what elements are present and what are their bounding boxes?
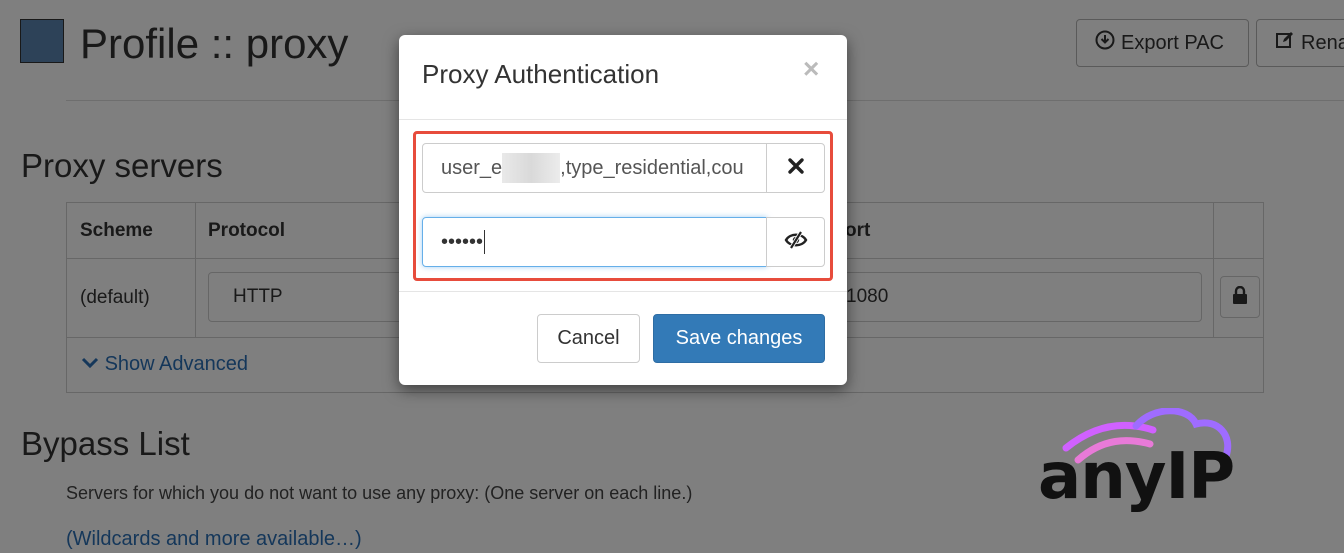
username-suffix: ,type_residential,cou (560, 156, 744, 179)
close-icon (787, 157, 805, 180)
logo-text: anyIP (1038, 440, 1235, 514)
cancel-button[interactable]: Cancel (537, 314, 640, 363)
anyip-logo: anyIP (1038, 408, 1235, 518)
eye-slash-icon (784, 230, 808, 255)
save-changes-button[interactable]: Save changes (653, 314, 825, 363)
toggle-password-visibility-button[interactable] (766, 217, 825, 267)
dialog-footer-divider (399, 291, 847, 292)
password-value: •••••• (441, 230, 484, 253)
username-input[interactable]: user_e ,type_residential,cou (422, 143, 767, 193)
password-input[interactable]: •••••• (422, 217, 767, 267)
redacted-block (502, 153, 561, 183)
close-icon[interactable]: × (803, 53, 819, 85)
text-caret (484, 230, 486, 254)
clear-username-button[interactable] (766, 143, 825, 193)
username-prefix: user_e (441, 156, 503, 179)
dialog-title: Proxy Authentication (422, 59, 660, 89)
proxy-auth-dialog: Proxy Authentication × user_e ,type_resi… (399, 35, 847, 385)
dialog-header-divider (399, 119, 847, 120)
